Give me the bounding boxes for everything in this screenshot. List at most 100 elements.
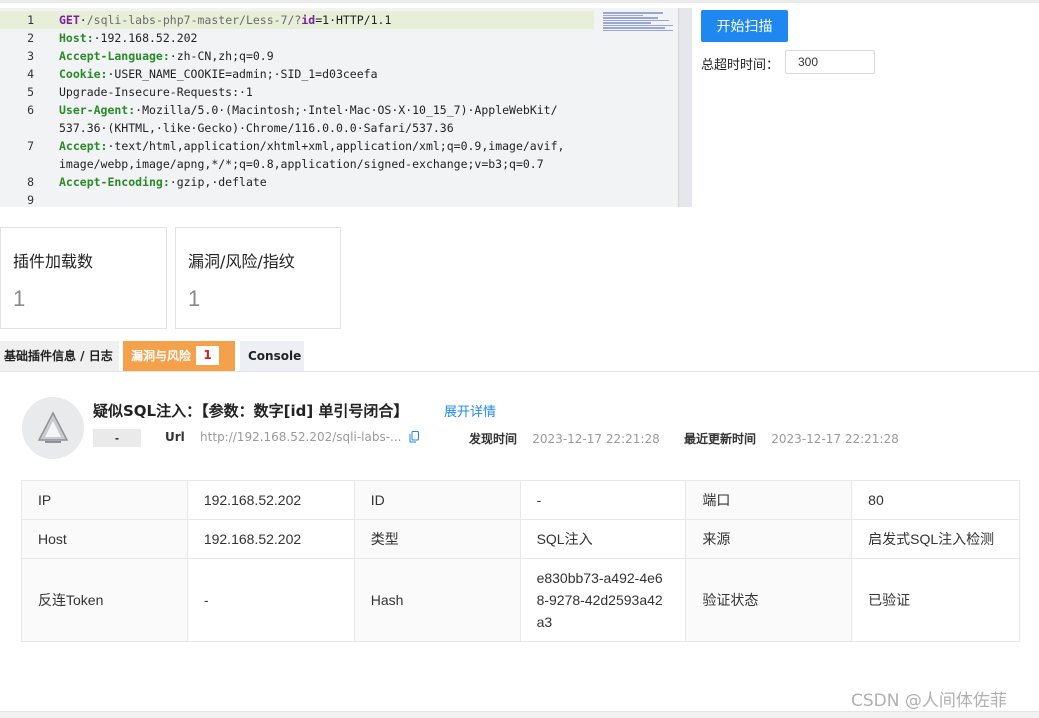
verify-label: 验证状态 (685, 558, 853, 642)
code-token: image/webp,image/apng,*/*;q=0.8,applicat… (59, 157, 544, 171)
editor-minimap[interactable] (603, 11, 675, 33)
warning-triangle-icon (37, 411, 69, 443)
updated-time: 最近更新时间 2023-12-17 22:21:28 (684, 430, 899, 447)
top-bar (0, 0, 1039, 3)
code-token: Upgrade-Insecure-Requests:·1 (59, 85, 253, 99)
vulns-stat-card: 漏洞/风险/指纹 1 (175, 227, 341, 329)
vuln-url: Url http://192.168.52.202/sqli-labs-... (165, 430, 401, 444)
port-value: 80 (851, 480, 1020, 520)
vuln-level-icon (22, 397, 84, 459)
code-line[interactable]: User-Agent:·Mozilla/5.0·(Macintosh;·Inte… (59, 101, 558, 119)
found-time-value: 2023-12-17 22:21:28 (532, 432, 660, 446)
code-line[interactable]: image/webp,image/apng,*/*;q=0.8,applicat… (59, 155, 544, 173)
table-row: Host 192.168.52.202 类型 SQL注入 来源 启发式SQL注入… (21, 519, 1020, 559)
line-number: 8 (27, 175, 34, 189)
id-label: ID (353, 480, 521, 520)
code-token: ·gzip,·deflate (169, 175, 267, 189)
source-label: 来源 (685, 519, 853, 559)
expand-details-link[interactable]: 展开详情 (444, 401, 496, 420)
code-token: Host: (59, 31, 94, 45)
code-line[interactable]: Accept-Encoding:·gzip,·deflate (59, 173, 267, 191)
found-time-label: 发现时间 (469, 432, 518, 446)
updated-time-value: 2023-12-17 22:21:28 (771, 432, 899, 446)
hash-value: e830bb73-a492-4e68-9278-42d2593a42a3 (519, 558, 687, 642)
ip-label: IP (21, 480, 188, 520)
code-token: /sqli-labs-php7-master/Less-7/? (86, 13, 302, 27)
code-token: GET (59, 13, 80, 27)
verify-status: 已验证 (851, 558, 1020, 642)
found-time: 发现时间 2023-12-17 22:21:28 (469, 430, 660, 447)
code-token: Accept-Encoding: (59, 175, 170, 189)
copy-icon[interactable] (409, 431, 419, 443)
code-line[interactable]: 537.36·(KHTML,·like·Gecko)·Chrome/116.0.… (59, 119, 454, 137)
tab-basic-info[interactable]: 基础插件信息 / 日志 (0, 341, 119, 371)
code-line[interactable]: Accept:·text/html,application/xhtml+xml,… (59, 137, 564, 155)
vulns-stat-label: 漏洞/风险/指纹 (188, 252, 295, 271)
line-number-gutter: 1 2 3 4 5 6 7 8 9 (0, 8, 40, 207)
line-number: 9 (27, 193, 34, 207)
line-number: 1 (27, 13, 34, 27)
bottom-bar (0, 711, 1039, 718)
start-scan-button[interactable]: 开始扫描 (701, 10, 788, 42)
tab-basic-info-label: 基础插件信息 / 日志 (4, 349, 113, 363)
code-token: · (79, 13, 87, 27)
host-label: Host (21, 519, 188, 559)
code-token: Accept-Language: (59, 49, 170, 63)
code-token: ·zh-CN,zh;q=0.9 (169, 49, 274, 63)
code-line[interactable]: Accept-Language:·zh-CN,zh;q=0.9 (59, 47, 274, 65)
code-line[interactable]: Host:·192.168.52.202 (59, 29, 197, 47)
code-token: 537.36·(KHTML,·like·Gecko)·Chrome/116.0.… (59, 121, 454, 135)
id-value: - (519, 480, 687, 520)
type-value: SQL注入 (519, 519, 687, 559)
updated-time-label: 最近更新时间 (684, 432, 757, 446)
code-line[interactable]: GET·/sqli-labs-php7-master/Less-7/?id=1·… (59, 11, 391, 29)
line-number: 6 (27, 103, 34, 117)
source-value: 启发式SQL注入检测 (851, 519, 1020, 559)
table-row: 反连Token - Hash e830bb73-a492-4e68-9278-4… (21, 558, 1020, 642)
tab-vulns-risks-label: 漏洞与风险 (131, 349, 192, 363)
ip-value: 192.168.52.202 (186, 480, 355, 520)
tab-divider (0, 371, 1039, 372)
vuln-count-badge: 1 (196, 346, 219, 365)
plugins-stat-card: 插件加载数 1 (0, 227, 167, 329)
port-label: 端口 (685, 480, 853, 520)
table-row: IP 192.168.52.202 ID - 端口 80 (21, 480, 1020, 520)
code-token: ·text/html,application/xhtml+xml,applica… (107, 139, 565, 153)
tab-console-label: Console (248, 349, 302, 363)
vuln-level-badge: - (93, 429, 141, 447)
timeout-label: 总超时时间： (701, 58, 780, 73)
vulns-stat-value: 1 (188, 286, 201, 311)
hash-label: Hash (353, 558, 521, 642)
host-value: 192.168.52.202 (186, 519, 355, 559)
code-token: User-Agent: (59, 103, 136, 117)
line-number: 3 (27, 49, 34, 63)
editor-scrollbar[interactable] (678, 8, 692, 207)
token-value: - (186, 558, 355, 642)
tab-vulns-risks[interactable]: 漏洞与风险 1 (123, 341, 235, 371)
code-token: Cookie: (59, 67, 108, 81)
url-value[interactable]: http://192.168.52.202/sqli-labs-... (200, 430, 401, 444)
vuln-title: 疑似SQL注入：【参数：数字[id] 单引号闭合】 (93, 402, 409, 420)
line-number: 5 (27, 85, 34, 99)
tab-console[interactable]: Console (240, 341, 304, 371)
code-token: ·USER_NAME_COOKIE=admin;·SID_1=d03ceefa (107, 67, 378, 81)
code-token: ·192.168.52.202 (93, 31, 198, 45)
request-editor[interactable]: 1 2 3 4 5 6 7 8 9 GET·/sqli-labs-php7-master/Les… (0, 8, 692, 207)
plugins-stat-label: 插件加载数 (13, 252, 94, 271)
type-label: 类型 (353, 519, 521, 559)
vuln-details-table: IP 192.168.52.202 ID - 端口 80 Host 192.16… (21, 480, 1020, 642)
code-line[interactable]: Cookie:·USER_NAME_COOKIE=admin;·SID_1=d0… (59, 65, 378, 83)
url-label: Url (165, 430, 185, 444)
code-line[interactable]: Upgrade-Insecure-Requests:·1 (59, 83, 253, 101)
code-token: id (301, 13, 316, 27)
code-token: ·Mozilla/5.0·(Macintosh;·Intel·Mac·OS·X·… (135, 103, 558, 117)
token-label: 反连Token (21, 558, 188, 642)
line-number: 2 (27, 31, 34, 45)
plugins-stat-value: 1 (13, 286, 26, 311)
timeout-input[interactable] (785, 50, 875, 74)
line-number: 4 (27, 67, 34, 81)
code-token: =1·HTTP/1.1 (315, 13, 392, 27)
line-number: 7 (27, 139, 34, 153)
csdn-watermark: CSDN @人间体佐菲 (851, 691, 1007, 711)
code-token: Accept: (59, 139, 108, 153)
